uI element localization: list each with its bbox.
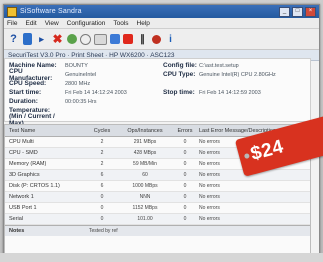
duration-value: 00:00:35 Hrs	[65, 98, 97, 105]
menu-help[interactable]: Help	[137, 20, 150, 27]
config-file-value: C:\ast.test.setup	[199, 62, 239, 69]
ops-cell: 60	[142, 172, 148, 178]
record-icon[interactable]	[123, 34, 133, 44]
stop-time-label: Stop time:	[163, 89, 195, 96]
monitor-icon[interactable]	[94, 33, 107, 45]
title-bar: SiSoftware Sandra _ □ ×	[4, 5, 319, 18]
ops-cell: 59 MB/Min	[133, 161, 157, 167]
cycles-cell: 2	[100, 139, 104, 145]
header-cycles[interactable]: Cycles	[89, 128, 115, 134]
start-time-value: Fri Feb 14 14:12:24 2003	[65, 89, 127, 96]
config-file-label: Config file:	[163, 62, 197, 69]
machine-name-value: BOUNTY	[65, 62, 88, 69]
cycles-cell: 2	[100, 150, 104, 156]
cycles-cell: 6	[100, 183, 104, 189]
cpu-speed-label: CPU Speed:	[9, 80, 47, 87]
table-row[interactable]: Disk (P: CRTOS 1.1) 6 1000 MBps 0 No errors	[5, 181, 310, 192]
test-name-cell: 3D Graphics	[9, 172, 40, 178]
search-icon[interactable]	[80, 33, 91, 45]
header-ops[interactable]: Ops/Instances	[115, 128, 175, 134]
menu-edit[interactable]: Edit	[25, 20, 36, 27]
toolbar: ? ▸ ✖ ∥ i	[4, 29, 319, 50]
stop-time-value: Fri Feb 14 14:12:59 2003	[199, 89, 261, 96]
errors-cell: 0	[183, 205, 187, 211]
pause-icon[interactable]: ∥	[136, 33, 149, 46]
document-icon[interactable]	[23, 33, 32, 45]
cycles-cell: 0	[100, 194, 104, 200]
price-label: $24	[248, 136, 287, 166]
ops-cell: 291 MBps	[133, 139, 157, 145]
menu-configuration[interactable]: Configuration	[67, 20, 106, 27]
notes-row: Notes Tested by ref	[5, 225, 310, 236]
header-test-name[interactable]: Test Name	[5, 128, 89, 134]
errors-cell: 0	[183, 172, 187, 178]
help-icon[interactable]: ?	[7, 33, 20, 46]
message-cell: No errors	[199, 194, 220, 200]
cpu-type-value: Genuine Intel(R) CPU 2.80GHz	[199, 71, 276, 78]
errors-cell: 0	[183, 150, 187, 156]
errors-cell: 0	[183, 139, 187, 145]
maximize-button[interactable]: □	[292, 6, 303, 17]
menu-view[interactable]: View	[45, 20, 59, 27]
test-name-cell: Serial	[9, 216, 24, 222]
message-cell: No errors	[199, 216, 220, 222]
test-name-cell: Network 1	[9, 194, 34, 200]
duration-label: Duration:	[9, 98, 38, 105]
stop-x-icon[interactable]: ✖	[51, 32, 64, 46]
errors-cell: 0	[183, 194, 187, 200]
test-name-cell: Disk (P: CRTOS 1.1)	[9, 183, 60, 189]
cpu-speed-value: 2800 MHz	[65, 80, 91, 87]
errors-cell: 0	[183, 161, 187, 167]
errors-cell: 0	[183, 216, 187, 222]
cpu-type-label: CPU Type:	[163, 71, 196, 78]
app-icon	[7, 6, 17, 17]
system-info-panel: Machine Name: BOUNTY CPU Manufacturer: Gen…	[4, 58, 311, 127]
alert-icon[interactable]	[152, 34, 161, 44]
sticker-hole	[243, 152, 250, 160]
cycles-cell: 6	[100, 172, 104, 178]
window-title: SiSoftware Sandra	[20, 8, 82, 15]
message-cell: No errors	[199, 183, 220, 189]
test-name-cell: USB Port 1	[9, 205, 37, 211]
notes-value: Tested by ref	[89, 228, 118, 234]
cpu-manufacturer-value: GenuineIntel	[65, 71, 97, 78]
cycles-cell: 0	[100, 216, 104, 222]
table-row[interactable]: Serial 0 101.00 0 No errors	[5, 214, 310, 225]
ops-cell: 1000 MBps	[132, 183, 158, 189]
close-button[interactable]: ×	[305, 6, 316, 17]
header-errors[interactable]: Errors	[175, 128, 195, 134]
notes-label: Notes	[9, 228, 25, 234]
menu-bar: File Edit View Configuration Tools Help	[4, 18, 319, 29]
ops-cell: 428 MBps	[133, 150, 157, 156]
table-row[interactable]: 3D Graphics 6 60 0 No errors	[5, 170, 310, 181]
test-name-cell: CPU Multi	[9, 139, 34, 145]
ops-cell: 1152 MBps	[132, 205, 158, 211]
message-cell: No errors	[199, 205, 220, 211]
ops-cell: 101.00	[137, 216, 153, 222]
test-name-cell: Memory (RAM)	[9, 161, 47, 167]
refresh-icon[interactable]	[67, 34, 77, 44]
play-icon[interactable]	[110, 34, 120, 44]
cycles-cell: 0	[100, 205, 104, 211]
errors-cell: 0	[183, 183, 187, 189]
table-row[interactable]: Network 1 0 NNN 0 No errors	[5, 192, 310, 203]
menu-tools[interactable]: Tools	[113, 20, 128, 27]
ops-cell: NNN	[139, 194, 151, 200]
arrow-icon[interactable]: ▸	[35, 33, 48, 46]
cycles-cell: 2	[100, 161, 104, 167]
test-name-cell: CPU - SMD	[9, 150, 38, 156]
table-row[interactable]: USB Port 1 0 1152 MBps 0 No errors	[5, 203, 310, 214]
desk-surface	[0, 253, 323, 262]
menu-file[interactable]: File	[7, 20, 17, 27]
info-icon[interactable]: i	[164, 33, 177, 46]
minimize-button[interactable]: _	[279, 6, 290, 17]
start-time-label: Start time:	[9, 89, 42, 96]
